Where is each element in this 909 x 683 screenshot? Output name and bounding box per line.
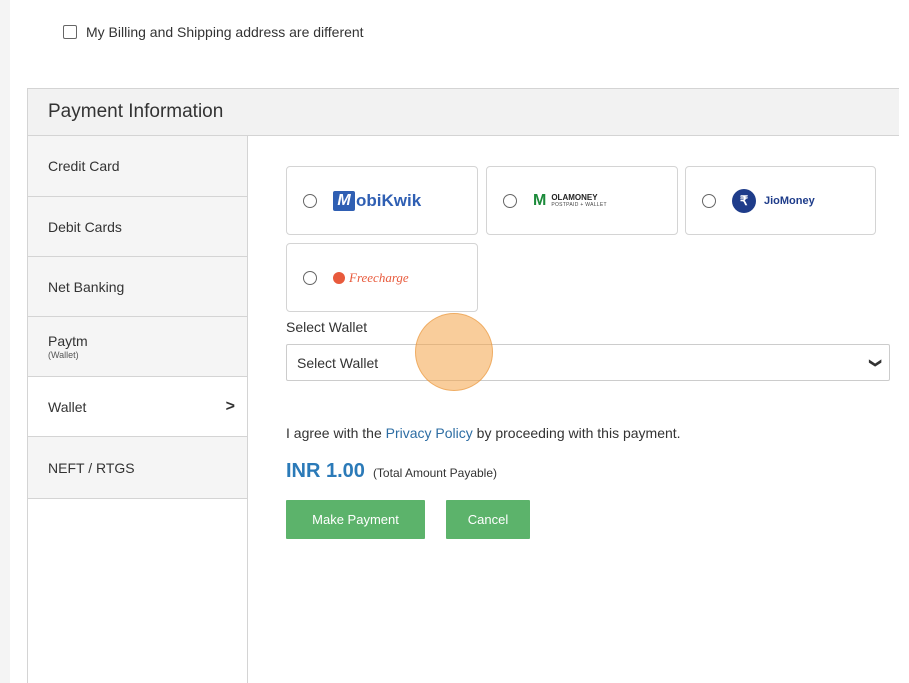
sidebar-item-credit-card[interactable]: Credit Card bbox=[28, 136, 247, 197]
cancel-button[interactable]: Cancel bbox=[446, 500, 530, 539]
jiomoney-radio[interactable] bbox=[702, 193, 716, 208]
agreement-suffix: by proceeding with this payment. bbox=[472, 425, 681, 441]
sidebar-item-label: Credit Card bbox=[48, 158, 120, 174]
mobikwik-logo-icon: M bbox=[333, 190, 355, 211]
olamoney-logo: M OLAMONEY POSTPAID + WALLET bbox=[533, 192, 607, 210]
select-wallet-label: Select Wallet bbox=[286, 319, 368, 335]
olamoney-radio[interactable] bbox=[503, 193, 517, 208]
mobikwik-logo-text: obiKwik bbox=[356, 190, 422, 210]
privacy-policy-link[interactable]: Privacy Policy bbox=[386, 425, 473, 441]
mobikwik-logo: M obiKwik bbox=[333, 190, 422, 211]
sidebar-item-label: Wallet bbox=[48, 398, 87, 415]
olamoney-logo-subtext: POSTPAID + WALLET bbox=[551, 201, 607, 208]
wallet-option-freecharge[interactable]: Freecharge bbox=[286, 243, 478, 312]
freecharge-logo-icon bbox=[333, 271, 345, 284]
sidebar-item-debit-cards[interactable]: Debit Cards bbox=[28, 197, 247, 257]
panel-title: Payment Information bbox=[28, 89, 899, 136]
freecharge-radio[interactable] bbox=[303, 270, 317, 285]
sidebar-item-net-banking[interactable]: Net Banking bbox=[28, 257, 247, 317]
wallet-option-olamoney[interactable]: M OLAMONEY POSTPAID + WALLET bbox=[486, 166, 678, 235]
sidebar-item-neft-rtgs[interactable]: NEFT / RTGS bbox=[28, 437, 247, 499]
privacy-agreement-text: I agree with the Privacy Policy by proce… bbox=[286, 425, 681, 441]
olamoney-logo-icon: M bbox=[533, 191, 547, 209]
freecharge-logo-text: Freecharge bbox=[349, 269, 409, 285]
billing-different-checkbox[interactable] bbox=[63, 25, 77, 39]
billing-checkbox-label: My Billing and Shipping address are diff… bbox=[86, 24, 364, 40]
amount-note: (Total Amount Payable) bbox=[372, 466, 498, 480]
wallet-option-jiomoney[interactable]: ₹ JioMoney bbox=[685, 166, 876, 235]
freecharge-logo: Freecharge bbox=[333, 270, 409, 286]
make-payment-button[interactable]: Make Payment bbox=[286, 500, 425, 539]
jiomoney-logo-text: JioMoney bbox=[764, 194, 815, 207]
sidebar-item-sublabel: (Wallet) bbox=[48, 350, 79, 360]
payment-method-sidebar: Credit Card Debit Cards Net Banking Payt… bbox=[28, 136, 248, 683]
agreement-prefix: I agree with the bbox=[286, 425, 386, 441]
wallet-option-mobikwik[interactable]: M obiKwik bbox=[286, 166, 478, 235]
chevron-down-icon: ❯ bbox=[868, 357, 883, 368]
billing-shipping-checkbox-row[interactable]: My Billing and Shipping address are diff… bbox=[63, 24, 364, 40]
jiomoney-logo-icon: ₹ bbox=[732, 188, 756, 213]
mobikwik-radio[interactable] bbox=[303, 193, 317, 208]
select-wallet-value: Select Wallet bbox=[297, 354, 379, 371]
jiomoney-logo: ₹ JioMoney bbox=[732, 188, 815, 213]
total-amount: INR 1.00 (Total Amount Payable) bbox=[286, 460, 497, 483]
olamoney-logo-text: OLAMONEY bbox=[551, 192, 598, 202]
sidebar-item-label: Net Banking bbox=[48, 278, 125, 295]
select-wallet-dropdown[interactable]: Select Wallet ❯ bbox=[286, 344, 890, 381]
amount-value: INR 1.00 bbox=[286, 460, 365, 482]
sidebar-item-wallet[interactable]: Wallet > bbox=[28, 377, 247, 437]
chevron-right-icon: > bbox=[225, 397, 235, 415]
sidebar-item-label: Paytm bbox=[48, 333, 88, 349]
sidebar-item-label: Debit Cards bbox=[48, 218, 122, 235]
sidebar-item-paytm[interactable]: Paytm (Wallet) bbox=[28, 317, 247, 377]
sidebar-item-label: NEFT / RTGS bbox=[48, 459, 135, 476]
